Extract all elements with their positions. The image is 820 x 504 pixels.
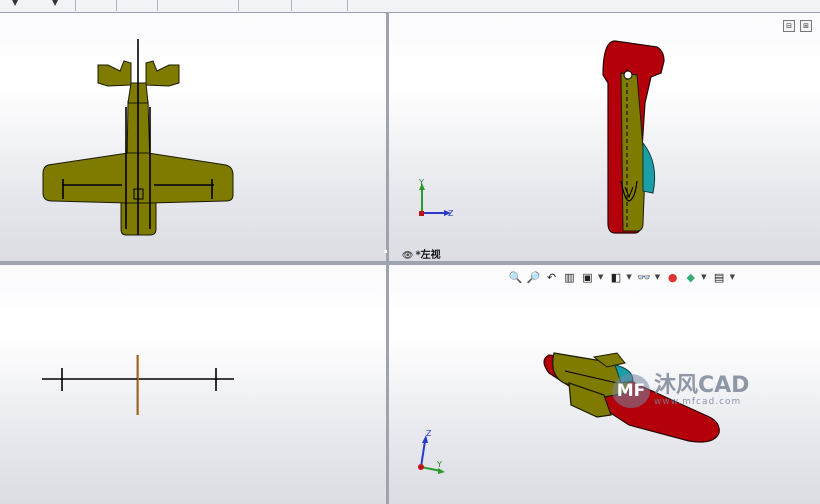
zoom-to-fit-icon[interactable]: 🔍 [508, 270, 523, 285]
hide-show-items-icon[interactable]: 👓 [637, 270, 652, 285]
chevron-down-icon[interactable]: ▼ [730, 273, 735, 281]
chevron-down-icon[interactable]: ▼ [701, 273, 706, 281]
coordinate-triad-icon: Y Z [418, 178, 454, 218]
viewport-isometric-view[interactable]: Z Y [389, 265, 820, 504]
plane-front-view-graphic [42, 355, 234, 415]
plane-top-view-graphic [42, 39, 234, 236]
eye-icon: 👁 [402, 251, 414, 261]
view-name-text: *左视 [415, 250, 441, 261]
toolbar-segment [158, 0, 239, 11]
viewport-left-view[interactable]: Y Z [389, 13, 820, 261]
viewport-top-view[interactable] [0, 13, 386, 261]
view-name-label: 👁 *左视 [402, 246, 441, 261]
chevron-down-icon[interactable]: ▼ [626, 273, 631, 281]
triad-z-label: Z [448, 209, 454, 218]
triad-y-label: Y [436, 460, 442, 469]
viewport-splitter-horizontal[interactable] [0, 261, 820, 265]
toolbar-segment [117, 0, 158, 11]
triad-z-label: Z [426, 429, 432, 438]
watermark-url: www.mfcad.com [654, 397, 742, 407]
plane-isometric-graphic: Z Y [418, 352, 720, 474]
zoom-to-area-icon[interactable]: 🔎 [526, 270, 541, 285]
edit-appearance-icon[interactable]: ● [665, 270, 680, 285]
restore-icon[interactable]: ⊟ [783, 20, 795, 32]
view-orientation-icon[interactable]: ▣ [580, 270, 595, 285]
toolbar-segment [292, 0, 348, 11]
watermark-logo: MF [612, 374, 650, 408]
previous-view-icon[interactable]: ↶ [544, 270, 559, 285]
watermark: MF 沐风CAD www.mfcad.com [612, 374, 749, 408]
plane-left-view-graphic: Y Z [418, 40, 665, 234]
coordinate-triad-icon: Z Y [418, 429, 445, 474]
heads-up-view-toolbar: 🔍 🔎 ↶ ▥ ▣ ▼ ◧ ▼ 👓 ▼ ● ◆ ▼ ▤ ▼ [508, 268, 737, 286]
toolbar-segment [76, 0, 117, 11]
triad-y-label: Y [418, 178, 424, 187]
viewport-front-view[interactable] [0, 265, 386, 504]
splitter-handle[interactable] [384, 250, 387, 253]
watermark-brand: 沐风CAD [654, 373, 750, 398]
display-style-icon[interactable]: ◧ [608, 270, 623, 285]
section-view-icon[interactable]: ▥ [562, 270, 577, 285]
maximize-icon[interactable]: ⊞ [800, 20, 812, 32]
apply-scene-icon[interactable]: ◆ [683, 270, 698, 285]
chevron-down-icon[interactable]: ▼ [598, 273, 603, 281]
top-toolbar: ▼ ▼ [0, 0, 820, 13]
toolbar-segment [0, 0, 76, 11]
viewport-splitter-vertical[interactable] [386, 12, 389, 504]
toolbar-segment [239, 0, 292, 11]
view-settings-icon[interactable]: ▤ [712, 270, 727, 285]
chevron-down-icon[interactable]: ▼ [655, 273, 660, 281]
